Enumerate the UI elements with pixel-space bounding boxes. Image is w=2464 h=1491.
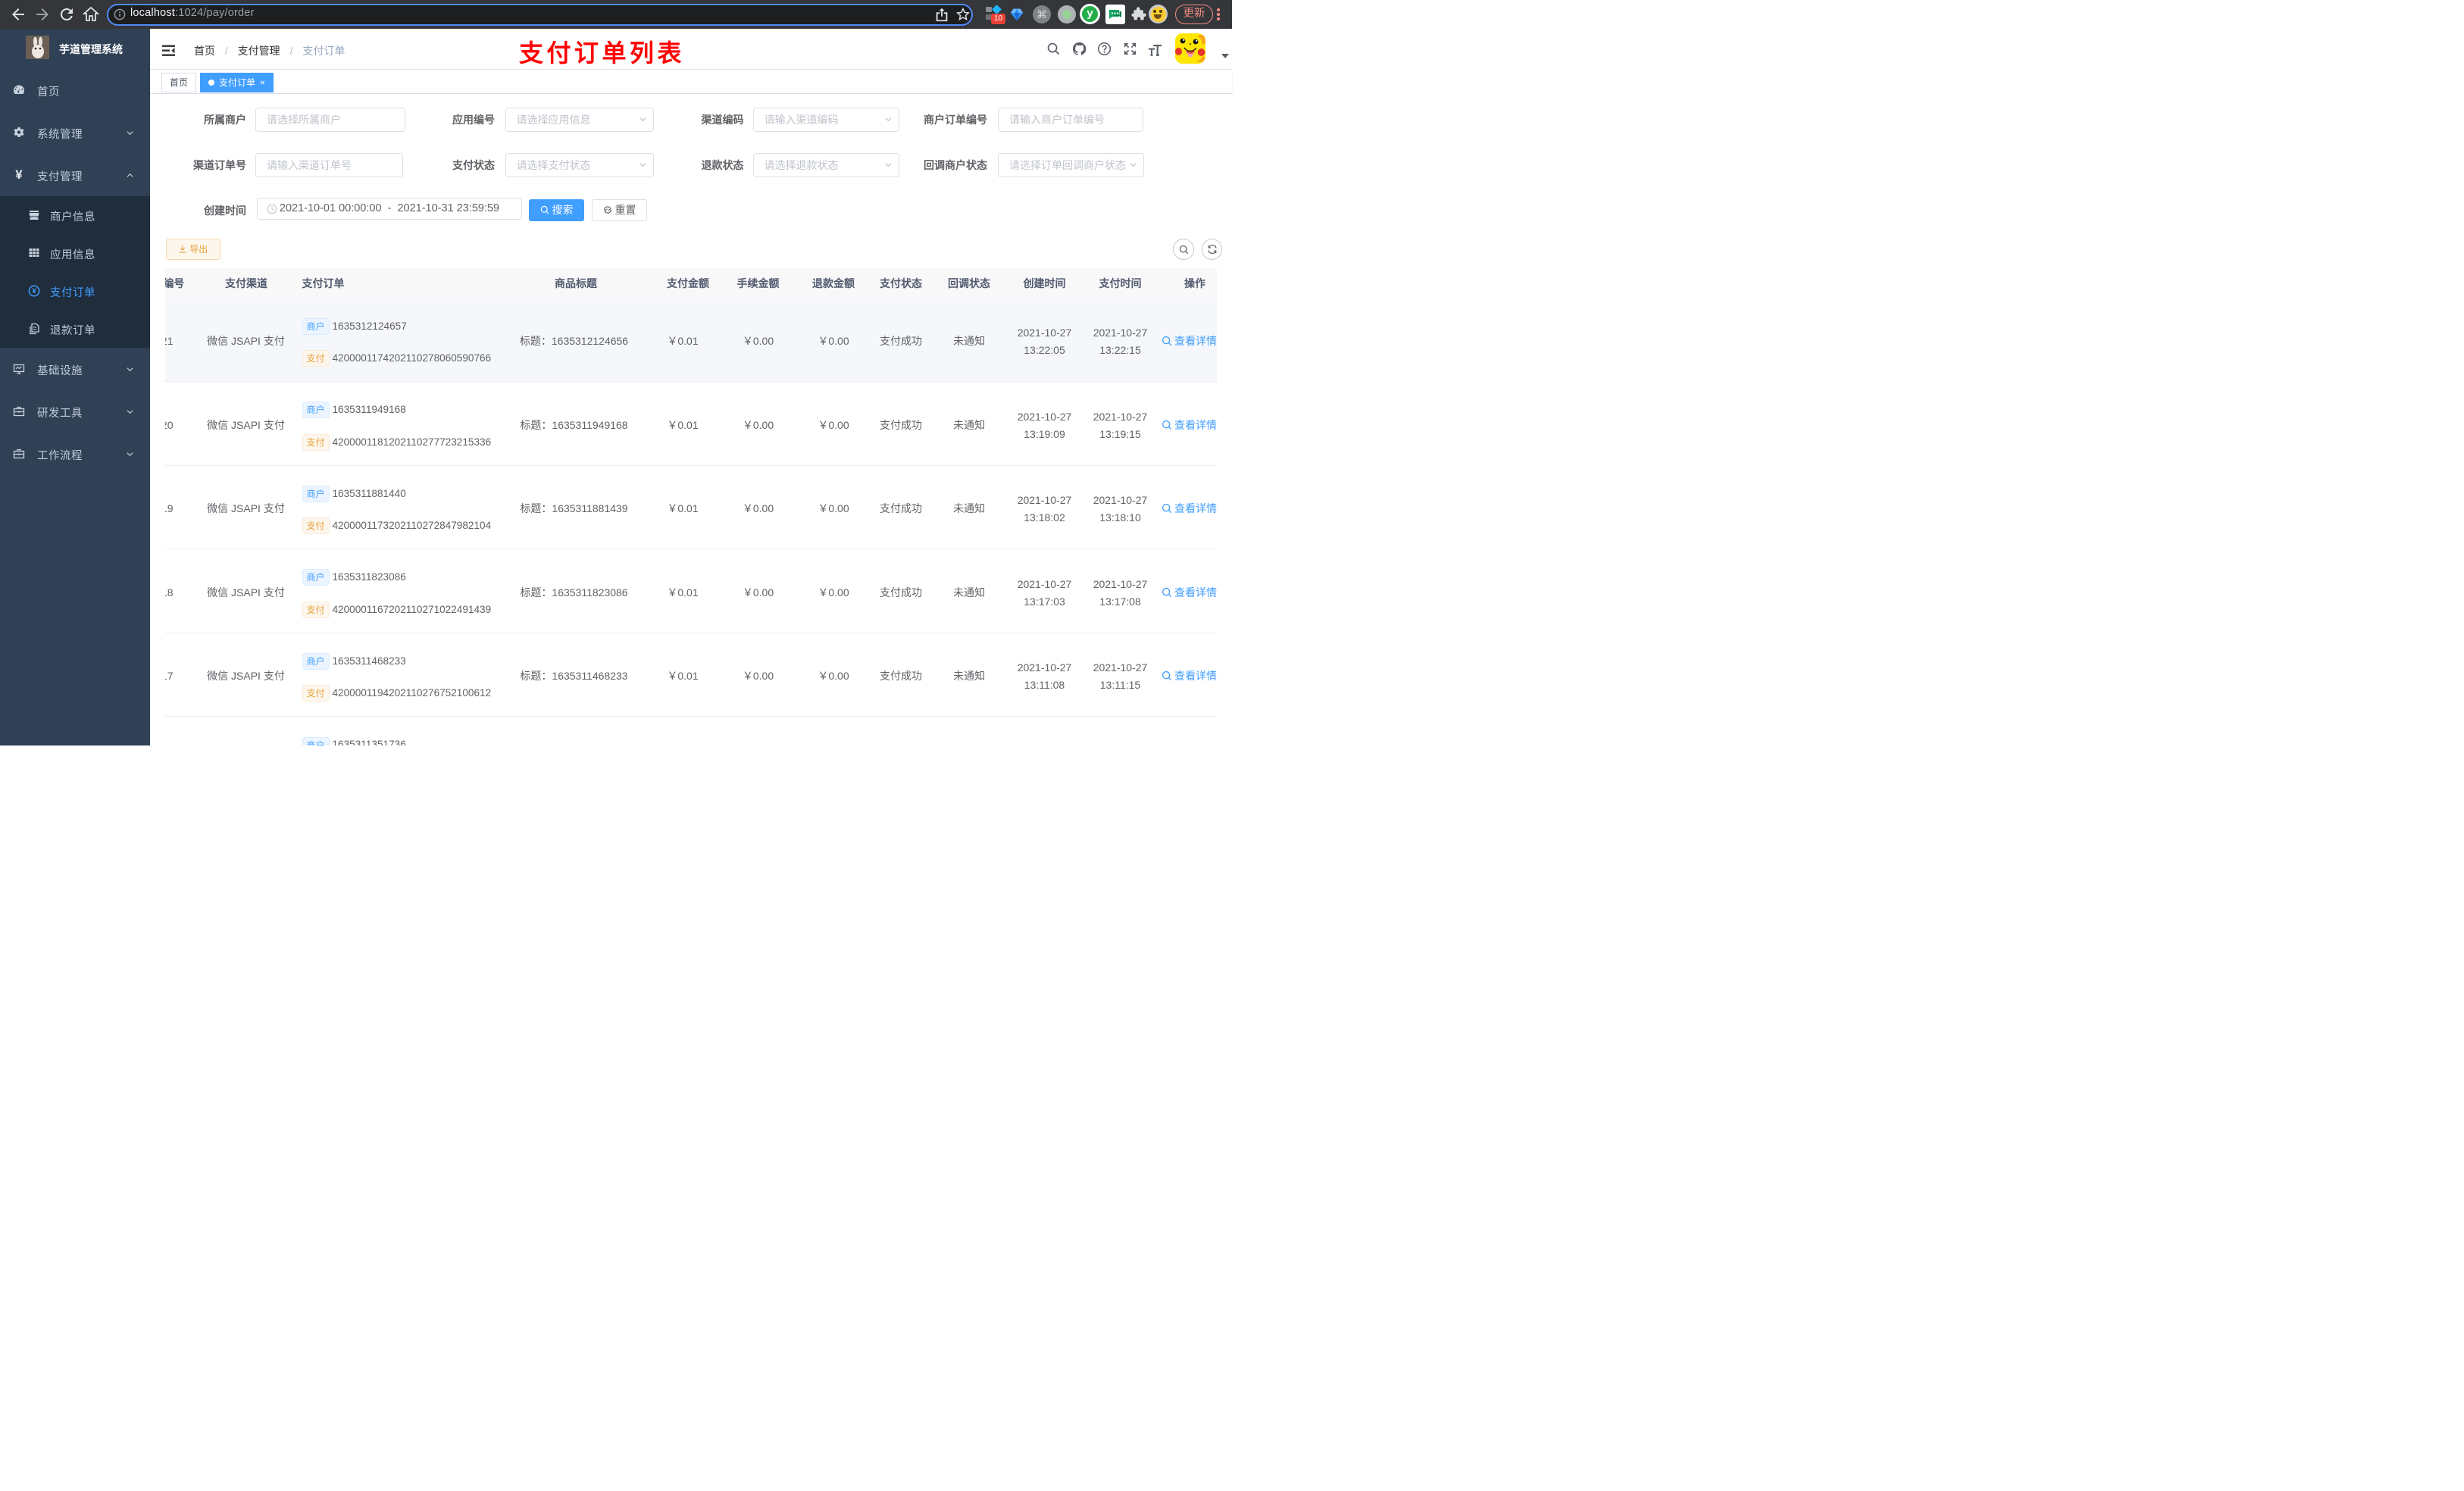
svg-text:¥: ¥	[32, 287, 36, 295]
